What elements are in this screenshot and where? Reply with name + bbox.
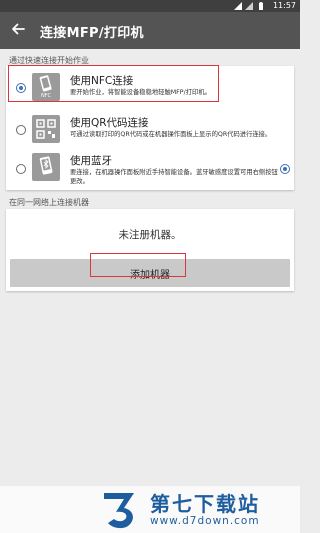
radio-qr[interactable] — [16, 125, 26, 135]
option-qr-title: 使用QR代码连接 — [70, 117, 149, 129]
no-devices-message: 未注册机器。 — [118, 229, 182, 241]
watermark-banner: 第七下载站 www.d7down.com — [0, 486, 300, 533]
signal-icon — [234, 2, 242, 10]
watermark-title: 第七下载站 — [150, 492, 260, 516]
same-network-section-label: 在同一网络上连接机器 — [9, 198, 89, 207]
option-bluetooth[interactable]: 使用蓝牙 要连接，在机器操作面板附近手持智能设备。蓝牙敏感度设置可用右侧按钮更改… — [6, 146, 294, 190]
option-bluetooth-description: 要连接，在机器操作面板附近手持智能设备。蓝牙敏感度设置可用右侧按钮更改。 — [70, 169, 278, 185]
page-title: 连接MFP/打印机 — [40, 26, 144, 41]
nfc-highlight-box — [8, 65, 219, 102]
bluetooth-settings-radio[interactable] — [280, 164, 290, 174]
qr-code-icon — [32, 115, 60, 143]
status-time: 11:57 — [272, 1, 296, 10]
bluetooth-phone-icon — [32, 153, 60, 181]
arrow-back-icon[interactable] — [10, 21, 26, 37]
radio-bluetooth[interactable] — [16, 164, 26, 174]
add-button-highlight-box — [90, 253, 186, 277]
status-bar: 11:57 — [0, 0, 300, 12]
watermark-url: www.d7down.com — [150, 515, 260, 527]
same-network-card: 未注册机器。 添加机器 — [6, 209, 294, 291]
option-bluetooth-title: 使用蓝牙 — [70, 155, 112, 167]
battery-icon — [259, 2, 263, 10]
option-qr-description: 可通过读取打印的QR代码或在机器操作面板上显示的QR代码进行连接。 — [70, 131, 272, 138]
app-bar: 连接MFP/打印机 — [0, 12, 300, 49]
mobile-signal-icon — [245, 2, 253, 10]
watermark-logo-icon — [104, 493, 134, 529]
